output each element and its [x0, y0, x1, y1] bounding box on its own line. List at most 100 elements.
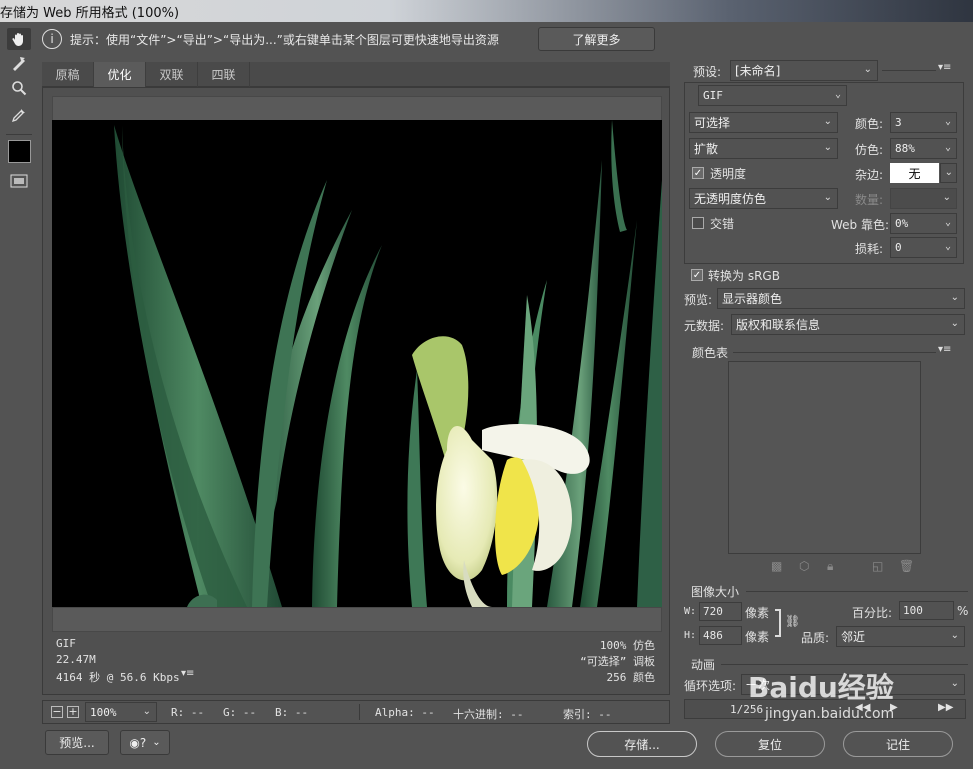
trash-icon[interactable]: 🗑︎: [899, 559, 914, 573]
toggle-slices-icon[interactable]: [7, 170, 31, 192]
color-table-grid[interactable]: [728, 361, 921, 554]
lossy-input[interactable]: 0 ⌄: [890, 237, 957, 258]
canvas-top-strip: [52, 96, 662, 121]
zoom-out-button[interactable]: −: [51, 706, 63, 718]
lock-color-icon[interactable]: 🔒︎: [827, 559, 833, 574]
metadata-select[interactable]: 版权和联系信息 ⌄: [731, 314, 965, 335]
chevron-down-icon: ⌄: [863, 64, 872, 75]
format-select[interactable]: GIF ⌄: [698, 85, 847, 106]
baidu-watermark-url: jingyan.baidu.com: [765, 706, 895, 722]
percent-input[interactable]: 100: [899, 601, 954, 620]
convert-srgb-checkbox[interactable]: ✓: [691, 269, 703, 281]
quality-select[interactable]: 邻近 ⌄: [836, 626, 965, 647]
width-input[interactable]: 720: [699, 602, 742, 621]
quality-label: 品质:: [801, 631, 830, 645]
color-table-title: 颜色表: [692, 346, 729, 360]
new-color-icon[interactable]: ◱: [872, 559, 883, 573]
colors-label: 颜色:: [855, 117, 884, 131]
transparency-dither-value: 无透明度仿色: [694, 192, 767, 206]
tab-2-up[interactable]: 双联: [146, 62, 198, 87]
dither-algorithm-select[interactable]: 扩散 ⌄: [689, 138, 838, 159]
next-frame-icon[interactable]: ▶▶: [938, 702, 953, 713]
browser-select-button[interactable]: ◉? ⌄: [120, 730, 170, 755]
websnap-input[interactable]: 0% ⌄: [890, 213, 957, 234]
dither-input[interactable]: 88% ⌄: [890, 138, 957, 159]
animation-title: 动画: [691, 658, 716, 672]
chevron-down-icon: ⌄: [944, 167, 953, 178]
color-reduction-value: 可选择: [694, 116, 731, 130]
status-alpha: Alpha: --: [375, 706, 435, 719]
download-speed-menu-icon[interactable]: ▾≡: [181, 668, 194, 679]
matte-swatch[interactable]: 无: [890, 163, 939, 183]
info-colors: 256 颜色: [606, 671, 656, 684]
chevron-down-icon: ⌄: [152, 737, 161, 748]
toolbar-divider: [6, 134, 32, 135]
tab-optimized[interactable]: 优化: [94, 62, 146, 87]
link-icon[interactable]: ⛓︎: [785, 614, 800, 628]
preview-image: [52, 120, 662, 607]
info-size: 22.47M: [56, 653, 96, 666]
map-transparent-icon[interactable]: ▩: [771, 559, 782, 573]
websnap-value: 0%: [895, 217, 909, 230]
tab-4-up[interactable]: 四联: [198, 62, 250, 87]
transparency-checkbox[interactable]: ✓: [692, 167, 704, 179]
preset-select[interactable]: [未命名] ⌄: [730, 60, 878, 81]
slice-select-tool-icon[interactable]: [7, 52, 31, 74]
colors-input[interactable]: 3 ⌄: [890, 112, 957, 133]
preview-button[interactable]: 预览...: [45, 730, 109, 755]
reset-button[interactable]: 复位: [715, 731, 825, 757]
interlace-label: 交错: [710, 217, 735, 231]
remember-button[interactable]: 记住: [843, 731, 953, 757]
dither-algorithm-value: 扩散: [694, 142, 719, 156]
optimize-menu-icon[interactable]: ▾≡: [938, 62, 951, 73]
hand-tool-icon[interactable]: [7, 28, 31, 50]
lossy-value: 0: [895, 241, 902, 254]
settings-panel: 预设: [未命名] ⌄ ▾≡ GIF ⌄ 可选择 ⌄ 颜色: 3 ⌄ 扩散 ⌄ 仿色: 8…: [676, 56, 973, 719]
color-reduction-select[interactable]: 可选择 ⌄: [689, 112, 838, 133]
status-bar: − + 100% ⌄ R: -- G: -- B: -- Alpha: -- 十六…: [42, 700, 670, 724]
tab-original[interactable]: 原稿: [42, 62, 94, 87]
chevron-down-icon: ⌄: [823, 192, 832, 203]
matte-dropdown[interactable]: ⌄: [940, 163, 957, 183]
web-shift-icon[interactable]: ⬡: [799, 559, 809, 573]
percent-value: 100: [903, 604, 923, 617]
color-table-menu-icon[interactable]: ▾≡: [938, 344, 951, 355]
width-unit: 像素: [745, 606, 770, 620]
chevron-down-icon: ⌄: [823, 142, 832, 153]
browser-icon: ◉?: [129, 735, 147, 750]
chevron-down-icon: ⌄: [944, 217, 951, 228]
chevron-down-icon: ⌄: [950, 318, 959, 329]
color-table-divider: [733, 352, 936, 353]
zoom-tool-icon[interactable]: [7, 77, 31, 99]
width-label: W:: [684, 606, 697, 617]
baidu-watermark-logo: Baidu经验: [748, 671, 894, 704]
preset-label: 预设:: [693, 65, 722, 79]
eyedropper-tool-icon[interactable]: [7, 104, 31, 126]
eyedropper-color-swatch[interactable]: [8, 140, 31, 163]
chevron-down-icon: ⌄: [950, 630, 959, 641]
height-input[interactable]: 486: [699, 626, 742, 645]
learn-more-button[interactable]: 了解更多: [538, 27, 655, 51]
info-format: GIF: [56, 637, 76, 650]
interlace-checkbox[interactable]: [692, 217, 704, 229]
tip-text: 提示：使用“文件”>“导出”>“导出为...”或右键单击某个图层可更快速地导出资…: [70, 32, 499, 47]
transparency-dither-select[interactable]: 无透明度仿色 ⌄: [689, 188, 838, 209]
status-index: 索引: --: [563, 708, 612, 721]
quality-value: 邻近: [841, 630, 866, 644]
zoom-level-select[interactable]: 100% ⌄: [85, 702, 157, 722]
chevron-down-icon: ⌄: [823, 116, 832, 127]
status-b: B: --: [275, 706, 309, 719]
height-unit: 像素: [745, 630, 770, 644]
preset-divider: [882, 70, 936, 71]
zoom-in-button[interactable]: +: [67, 706, 79, 718]
preview-select[interactable]: 显示器颜色 ⌄: [717, 288, 965, 309]
chevron-down-icon: ⌄: [944, 142, 951, 153]
matte-value: 无: [908, 166, 921, 181]
amount-label: 数量:: [855, 193, 884, 207]
chevron-down-icon: ⌄: [950, 292, 959, 303]
animation-divider: [721, 664, 968, 665]
lossy-label: 损耗:: [855, 242, 884, 256]
save-button[interactable]: 存储...: [587, 731, 697, 757]
preview-viewport[interactable]: GIF 22.47M 4164 秒 @ 56.6 Kbps ▾≡ 100% 仿色…: [42, 87, 670, 695]
info-icon: i: [42, 29, 62, 49]
